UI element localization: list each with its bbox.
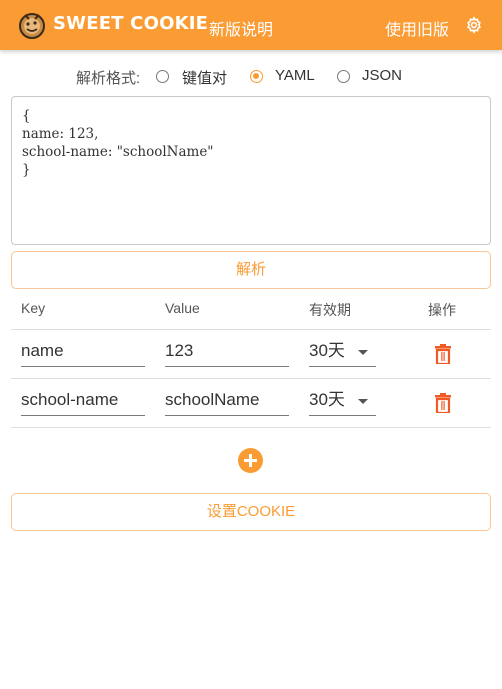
radio-keyvalue-label[interactable]: 键值对 [182, 67, 227, 88]
table-divider [11, 427, 491, 428]
col-expiry: 有效期 [309, 302, 351, 318]
key-input[interactable]: school-name [21, 388, 145, 416]
trash-icon[interactable] [435, 393, 451, 413]
radio-json-label[interactable]: JSON [362, 67, 402, 84]
app-header: SWEET COOKIE 新版说明 使用旧版 [0, 0, 502, 50]
plus-circle-icon[interactable] [238, 448, 263, 473]
release-notes-link[interactable]: 新版说明 [209, 16, 273, 40]
value-input[interactable]: 123 [165, 339, 289, 367]
expiry-value: 30天 [309, 341, 345, 360]
brand-title: SWEET COOKIE [53, 13, 209, 34]
expiry-value: 30天 [309, 390, 345, 409]
radio-keyvalue[interactable] [156, 70, 169, 83]
gear-icon[interactable] [465, 16, 483, 34]
value-input[interactable]: schoolName [165, 388, 289, 416]
parse-format-group: 解析格式: 键值对 YAML JSON [0, 67, 502, 87]
parse-button[interactable]: 解析 [11, 251, 491, 289]
radio-yaml[interactable] [250, 70, 263, 83]
cookie-logo-icon [19, 13, 45, 39]
chevron-down-icon [358, 350, 368, 355]
col-action: 操作 [428, 302, 456, 318]
radio-json[interactable] [337, 70, 350, 83]
col-value: Value [165, 300, 200, 316]
cookie-table-header: Key Value 有效期 操作 [0, 300, 502, 320]
yaml-input-textarea[interactable]: { name: 123, school-name: "schoolName" } [11, 96, 491, 245]
parse-format-label: 解析格式: [76, 70, 141, 87]
key-input[interactable]: name [21, 339, 145, 367]
col-key: Key [21, 300, 46, 316]
expiry-select[interactable]: 30天 [309, 339, 376, 367]
set-cookie-button[interactable]: 设置COOKIE [11, 493, 491, 531]
trash-icon[interactable] [435, 344, 451, 364]
radio-yaml-label[interactable]: YAML [275, 67, 315, 84]
expiry-select[interactable]: 30天 [309, 388, 376, 416]
table-divider [11, 329, 491, 330]
table-divider [11, 378, 491, 379]
use-old-version-link[interactable]: 使用旧版 [385, 16, 449, 40]
chevron-down-icon [358, 399, 368, 404]
